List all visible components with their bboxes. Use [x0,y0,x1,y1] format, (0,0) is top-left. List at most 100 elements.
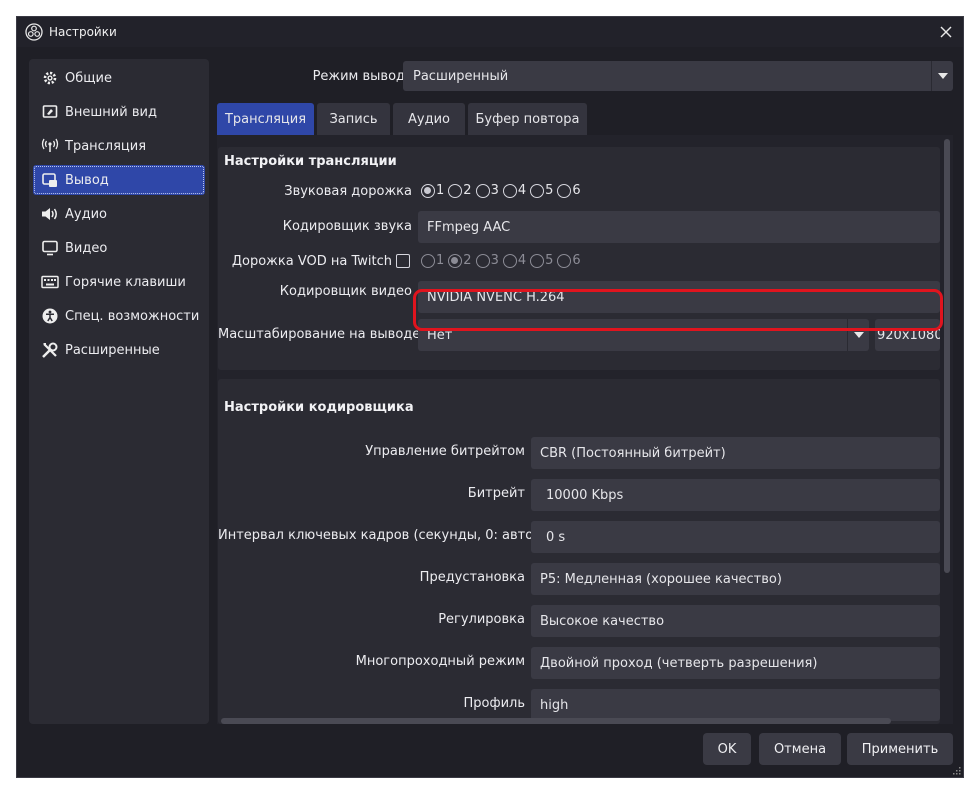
sidebar-item-label: Спец. возможности [65,308,200,324]
sidebar-item-hotkeys[interactable]: Горячие клавиши [33,267,205,297]
audio-track-radio[interactable]: 6 [557,183,581,198]
sidebar-item-audio[interactable]: Аудио [33,199,205,229]
audio-track-radio[interactable]: 5 [530,183,553,198]
title-bar: Настройки [17,17,963,47]
tab-label: Трансляция [224,111,307,127]
keyframe-interval-label: Интервал ключевых кадров (секунды, 0: ав… [218,528,539,543]
tab-recording[interactable]: Запись [317,103,390,135]
settings-sidebar: Общие Внешний вид Трансляция Вывод Аудио [29,59,209,724]
output-mode-label: Режим вывода [312,69,413,84]
multipass-value: Двойной проход (четверть разрешения) [540,655,818,671]
tuning-label: Регулировка [438,612,525,627]
sidebar-item-label: Вывод [65,172,109,188]
sidebar-item-general[interactable]: Общие [33,63,205,93]
output-mode-select[interactable]: Расширенный [403,61,953,91]
vod-track-radio[interactable]: 5 [530,253,553,268]
audio-encoder-value: FFmpeg AAC [427,219,511,235]
sidebar-item-label: Трансляция [65,138,147,154]
multipass-label: Многопроходный режим [355,654,525,669]
gear-icon [41,69,59,87]
vod-track-checkbox[interactable] [396,254,410,268]
output-tabs: Трансляция Запись Аудио Буфер повтора [217,103,590,135]
profile-select[interactable]: high [531,689,940,721]
rescale-label: Масштабирование на выводе [218,327,421,342]
tools-icon [41,341,59,359]
keyframe-interval-spinbox[interactable]: 0 s [531,521,940,553]
bitrate-label: Битрейт [467,486,525,501]
vod-track-radio[interactable]: 4 [502,253,526,268]
sidebar-item-label: Общие [65,70,112,86]
vod-track-radios: 1 2 3 4 5 6 [421,253,585,268]
preset-label: Предустановка [419,570,525,585]
stream-settings-title: Настройки трансляции [224,154,397,169]
appearance-icon [41,103,59,121]
rate-control-value: CBR (Постоянный битрейт) [540,445,726,461]
tab-label: Буфер повтора [475,111,580,127]
speaker-icon [41,205,59,223]
audio-track-radio[interactable]: 2 [448,183,472,198]
bitrate-spinbox[interactable]: 10000 Kbps [531,479,940,511]
sidebar-item-video[interactable]: Видео [33,233,205,263]
ok-button[interactable]: OK [703,733,751,765]
obs-logo-icon [25,23,43,41]
audio-encoder-select[interactable]: FFmpeg AAC [418,211,940,243]
video-encoder-label: Кодировщик видео [279,284,412,299]
tab-replay-buffer[interactable]: Буфер повтора [468,103,587,135]
tab-audio[interactable]: Аудио [393,103,465,135]
vod-track-radio[interactable]: 3 [475,253,499,268]
audio-track-radio[interactable]: 3 [475,183,499,198]
preset-value: P5: Медленная (хорошее качество) [540,571,782,587]
accessibility-icon [41,307,59,325]
encoder-settings-group: Настройки кодировщика Управление битрейт… [218,379,940,724]
sidebar-item-stream[interactable]: Трансляция [33,131,205,161]
resize-grip-icon[interactable] [951,765,961,775]
vod-track-label: Дорожка VOD на Twitch [231,254,392,269]
sidebar-item-output[interactable]: Вывод [33,165,205,195]
chevron-down-icon[interactable] [931,61,953,91]
tab-stream[interactable]: Трансляция [217,103,314,135]
close-icon[interactable] [937,23,955,41]
audio-track-label: Звуковая дорожка [284,184,412,199]
rate-control-select[interactable]: CBR (Постоянный битрейт) [531,437,940,469]
tab-label: Аудио [408,111,450,127]
settings-window: Настройки Общие Внешний вид Трансляция В… [16,16,964,778]
sidebar-item-advanced[interactable]: Расширенные [33,335,205,365]
output-mode-value: Расширенный [413,68,509,84]
broadcast-icon [41,137,59,155]
output-icon [41,171,59,189]
monitor-icon [41,239,59,257]
cancel-button-label: Отмена [773,741,827,757]
sidebar-item-label: Внешний вид [65,104,157,120]
multipass-select[interactable]: Двойной проход (четверть разрешения) [531,647,940,679]
audio-track-radio[interactable]: 4 [502,183,526,198]
video-encoder-highlight [413,289,943,331]
vertical-scrollbar[interactable] [944,139,950,573]
keyboard-icon [41,273,59,291]
window-title: Настройки [49,25,117,39]
profile-value: high [540,697,569,713]
vod-track-radio[interactable]: 2 [448,253,472,268]
profile-label: Профиль [463,696,525,711]
audio-track-radio[interactable]: 1 [421,183,444,198]
sidebar-item-label: Аудио [65,206,107,222]
ok-button-label: OK [717,741,737,757]
sidebar-item-label: Расширенные [65,342,160,358]
keyframe-interval-value: 0 s [546,529,566,545]
sidebar-item-appearance[interactable]: Внешний вид [33,97,205,127]
tuning-select[interactable]: Высокое качество [531,605,940,637]
sidebar-item-label: Видео [65,240,108,256]
encoder-settings-title: Настройки кодировщика [224,400,414,415]
stream-settings-group: Настройки трансляции Звуковая дорожка 1 … [218,147,940,370]
audio-track-radios: 1 2 3 4 5 6 [421,183,585,198]
preset-select[interactable]: P5: Медленная (хорошее качество) [531,563,940,595]
horizontal-scrollbar[interactable] [221,718,891,724]
bitrate-value: 10000 Kbps [546,487,624,503]
rate-control-label: Управление битрейтом [365,444,525,459]
vod-track-radio[interactable]: 6 [557,253,581,268]
apply-button[interactable]: Применить [847,733,953,765]
sidebar-item-label: Горячие клавиши [65,274,186,290]
tuning-value: Высокое качество [540,613,665,629]
sidebar-item-accessibility[interactable]: Спец. возможности [33,301,205,331]
vod-track-radio[interactable]: 1 [421,253,444,268]
cancel-button[interactable]: Отмена [759,733,841,765]
